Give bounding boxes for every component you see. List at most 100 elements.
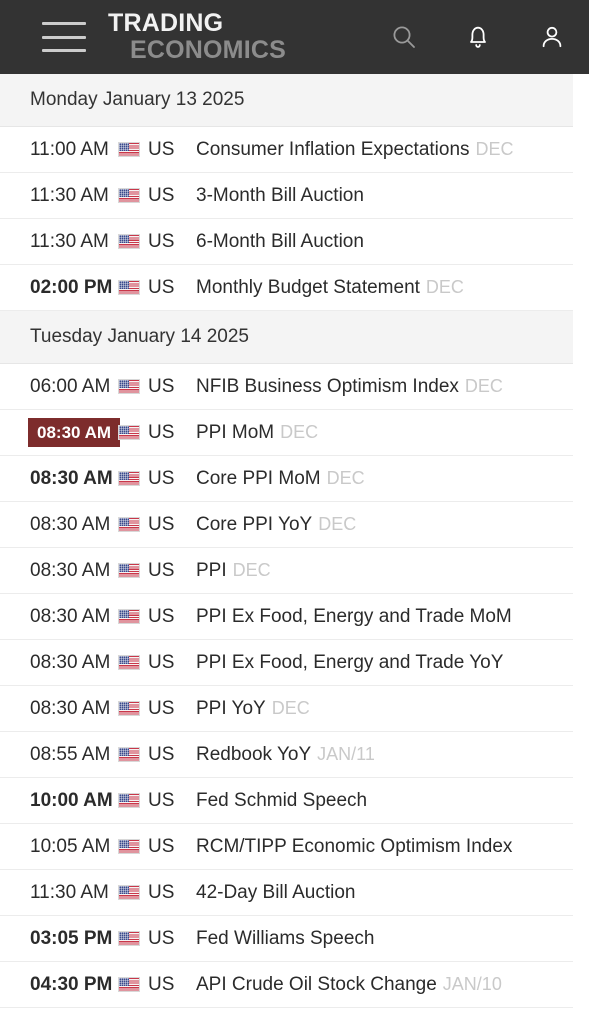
event-reference-period: DEC <box>475 138 514 159</box>
country-code: US <box>148 467 175 489</box>
hamburger-bar <box>42 22 86 25</box>
hamburger-bar <box>42 35 86 39</box>
calendar-event-row[interactable]: 08:30 AM US PPI Ex Food, Energy and Trade … <box>0 640 573 686</box>
us-flag-icon <box>118 839 140 854</box>
country-flag-cell <box>118 563 148 578</box>
calendar-event-row[interactable]: 08:55 AM US Redbook YoY JAN/11 <box>0 732 573 778</box>
calendar-event-row[interactable]: 06:00 AM US NFIB Business Optimism Index DE… <box>0 364 573 410</box>
event-time-cell: 08:30 AM <box>30 467 113 489</box>
country-code: US <box>148 697 175 719</box>
us-flag-icon <box>118 931 140 946</box>
event-name-cell: API Crude Oil Stock Change JAN/10 <box>196 974 573 996</box>
event-name: PPI MoM <box>196 421 275 443</box>
event-name-cell: 6-Month Bill Auction <box>196 231 573 253</box>
site-logo[interactable]: TRADING ECONOMICS <box>108 11 318 65</box>
calendar-event-row[interactable]: 11:30 AM US 42-Day Bill Auction <box>0 870 573 916</box>
calendar-event-row[interactable]: 08:30 AM US PPI DEC <box>0 548 573 594</box>
calendar-event-row[interactable]: 04:30 PM US API Crude Oil Stock Change JAN/… <box>0 962 573 1008</box>
country-flag-cell <box>118 425 148 440</box>
event-name-cell: 3-Month Bill Auction <box>196 185 573 207</box>
day-header-label: Monday January 13 2025 <box>30 89 245 110</box>
hamburger-bar <box>42 49 86 52</box>
calendar-event-row[interactable]: 08:30 AM US PPI YoY DEC <box>0 686 573 732</box>
event-name: 6-Month Bill Auction <box>196 230 364 252</box>
event-reference-period: DEC <box>232 559 271 580</box>
calendar-event-row[interactable]: 11:30 AM US 3-Month Bill Auction <box>0 173 573 219</box>
calendar-event-row[interactable]: 08:30 AM US PPI MoM DEC <box>0 410 573 456</box>
header-actions <box>367 0 589 74</box>
calendar-event-row[interactable]: 11:00 AM US Consumer Inflation Expectation… <box>0 127 573 173</box>
event-name: Monthly Budget Statement <box>196 276 420 298</box>
event-reference-period: DEC <box>464 375 503 396</box>
event-time-cell: 08:55 AM <box>30 743 111 765</box>
us-flag-icon <box>118 234 140 249</box>
event-name: Core PPI YoY <box>196 513 313 535</box>
us-flag-icon <box>118 563 140 578</box>
calendar-event-row[interactable]: 08:30 AM US PPI Ex Food, Energy and Trade … <box>0 594 573 640</box>
event-time-cell: 10:05 AM <box>30 835 111 857</box>
economic-calendar: Monday January 13 2025 11:00 AM US Consumer… <box>0 74 589 1015</box>
event-name-cell: 42-Day Bill Auction <box>196 882 573 904</box>
event-time-cell: 04:30 PM <box>30 973 113 995</box>
country-flag-cell <box>118 471 148 486</box>
country-flag-cell <box>118 188 148 203</box>
us-flag-icon <box>118 793 140 808</box>
country-code: US <box>148 559 175 581</box>
event-name-cell: PPI Ex Food, Energy and Trade MoM <box>196 606 573 628</box>
event-reference-period: DEC <box>326 467 365 488</box>
search-icon[interactable] <box>367 0 441 74</box>
event-name-cell: Redbook YoY JAN/11 <box>196 744 573 766</box>
event-time-cell: 11:30 AM <box>30 184 109 206</box>
calendar-day-header: Monday January 13 2025 <box>0 74 573 127</box>
event-reference-period: DEC <box>280 421 319 442</box>
calendar-event-row[interactable]: 08:30 AM US Core PPI YoY DEC <box>0 502 573 548</box>
event-time-badge: 08:30 AM <box>28 418 121 447</box>
event-name: 42-Day Bill Auction <box>196 881 356 903</box>
logo-line-economics: ECONOMICS <box>130 36 286 64</box>
country-code: US <box>148 184 175 206</box>
calendar-event-row[interactable]: 10:05 AM US RCM/TIPP Economic Optimism Ind… <box>0 824 573 870</box>
us-flag-icon <box>118 885 140 900</box>
country-code: US <box>148 513 175 535</box>
event-name: RCM/TIPP Economic Optimism Index <box>196 835 513 857</box>
event-reference-period: DEC <box>425 276 464 297</box>
event-time-cell: 08:30 AM <box>30 559 111 581</box>
country-code: US <box>148 835 175 857</box>
us-flag-icon <box>118 142 140 157</box>
event-name: 3-Month Bill Auction <box>196 184 364 206</box>
country-flag-cell <box>118 977 148 992</box>
calendar-event-row[interactable]: 08:30 AM US Core PPI MoM DEC <box>0 456 573 502</box>
country-code: US <box>148 230 175 252</box>
event-name-cell: PPI YoY DEC <box>196 698 573 720</box>
event-time-cell: 11:30 AM <box>30 230 109 252</box>
calendar-event-row[interactable]: 03:05 PM US Fed Williams Speech <box>0 916 573 962</box>
event-name-cell: Core PPI MoM DEC <box>196 468 573 490</box>
event-time-cell: 08:30 AM <box>30 513 111 535</box>
us-flag-icon <box>118 280 140 295</box>
event-name-cell: PPI MoM DEC <box>196 422 573 444</box>
event-name-cell: PPI Ex Food, Energy and Trade YoY <box>196 652 573 674</box>
calendar-event-row[interactable]: 02:00 PM US Monthly Budget Statement DEC <box>0 265 573 311</box>
us-flag-icon <box>118 977 140 992</box>
event-name: NFIB Business Optimism Index <box>196 375 459 397</box>
country-code: US <box>148 743 175 765</box>
calendar-day-header: Tuesday January 14 2025 <box>0 311 573 364</box>
country-code: US <box>148 881 175 903</box>
calendar-event-row[interactable]: 11:30 AM US 6-Month Bill Auction <box>0 219 573 265</box>
event-name-cell: Fed Williams Speech <box>196 928 573 950</box>
country-flag-cell <box>118 142 148 157</box>
event-time-cell: 11:30 AM <box>30 881 109 903</box>
country-code: US <box>148 276 175 298</box>
country-flag-cell <box>118 280 148 295</box>
bell-icon[interactable] <box>441 0 515 74</box>
calendar-event-row[interactable]: 10:00 AM US Fed Schmid Speech <box>0 778 573 824</box>
event-reference-period: JAN/11 <box>317 743 375 764</box>
us-flag-icon <box>118 379 140 394</box>
country-flag-cell <box>118 234 148 249</box>
event-time-cell: 02:00 PM <box>30 276 113 298</box>
user-icon[interactable] <box>515 0 589 74</box>
event-reference-period: DEC <box>318 513 357 534</box>
country-flag-cell <box>118 885 148 900</box>
country-code: US <box>148 138 175 160</box>
hamburger-menu-icon[interactable] <box>42 22 86 52</box>
